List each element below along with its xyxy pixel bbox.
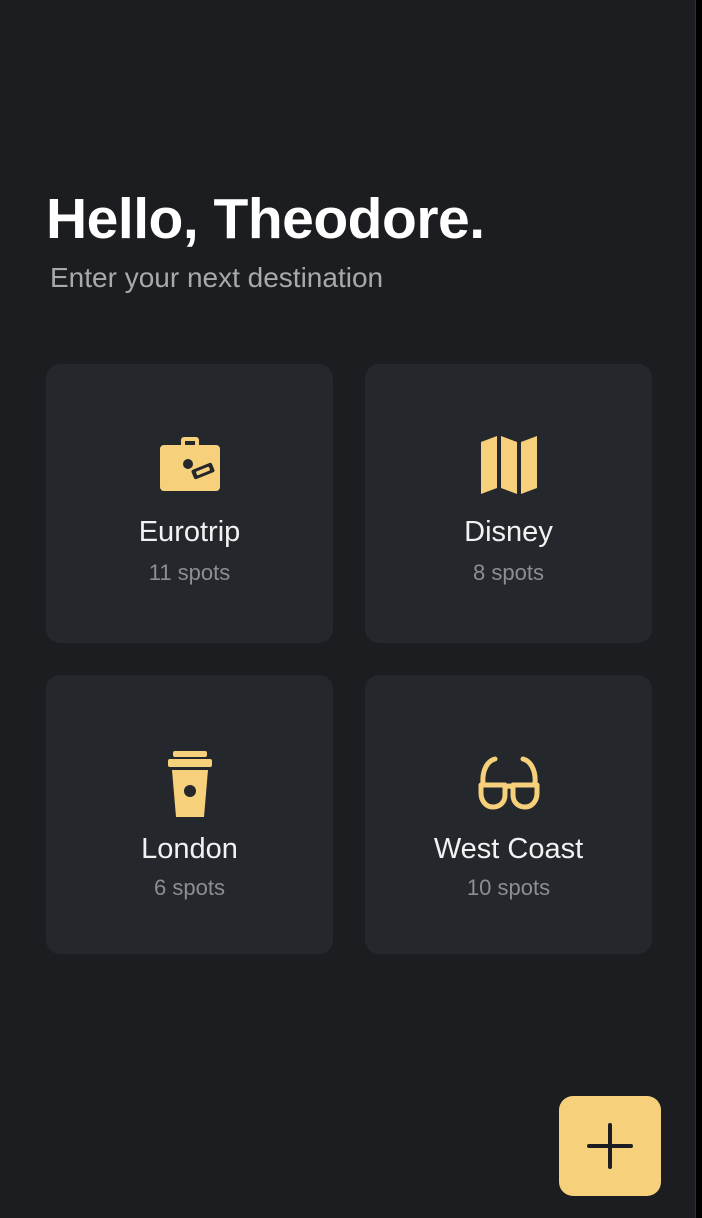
- trip-spot-count: 8 spots: [473, 560, 544, 585]
- trip-title: West Coast: [433, 833, 584, 865]
- suitcase-icon: [46, 434, 333, 496]
- trip-title: Disney: [464, 516, 553, 548]
- trip-title: Eurotrip: [138, 516, 241, 548]
- greeting-title: Hello, Theodore.: [46, 187, 485, 251]
- trip-spot-count: 6 spots: [154, 875, 225, 900]
- trip-spot-count: 11 spots: [148, 560, 231, 585]
- map-icon: [365, 434, 652, 496]
- trip-card-london[interactable]: London 6 spots: [46, 675, 333, 954]
- plus-icon: [587, 1123, 633, 1169]
- sunglasses-icon: [365, 755, 652, 811]
- trip-spot-count: 10 spots: [466, 875, 551, 900]
- trip-card-west-coast[interactable]: West Coast 10 spots: [365, 675, 652, 954]
- destination-subtitle: Enter your next destination: [50, 262, 384, 293]
- trip-card-eurotrip[interactable]: Eurotrip 11 spots: [46, 364, 333, 643]
- app-screen: Hello, Theodore. Enter your next destina…: [0, 0, 696, 1218]
- coffee-cup-icon: [46, 751, 333, 817]
- trip-title: London: [141, 833, 238, 865]
- trip-card-disney[interactable]: Disney 8 spots: [365, 364, 652, 643]
- add-trip-button[interactable]: [559, 1096, 661, 1196]
